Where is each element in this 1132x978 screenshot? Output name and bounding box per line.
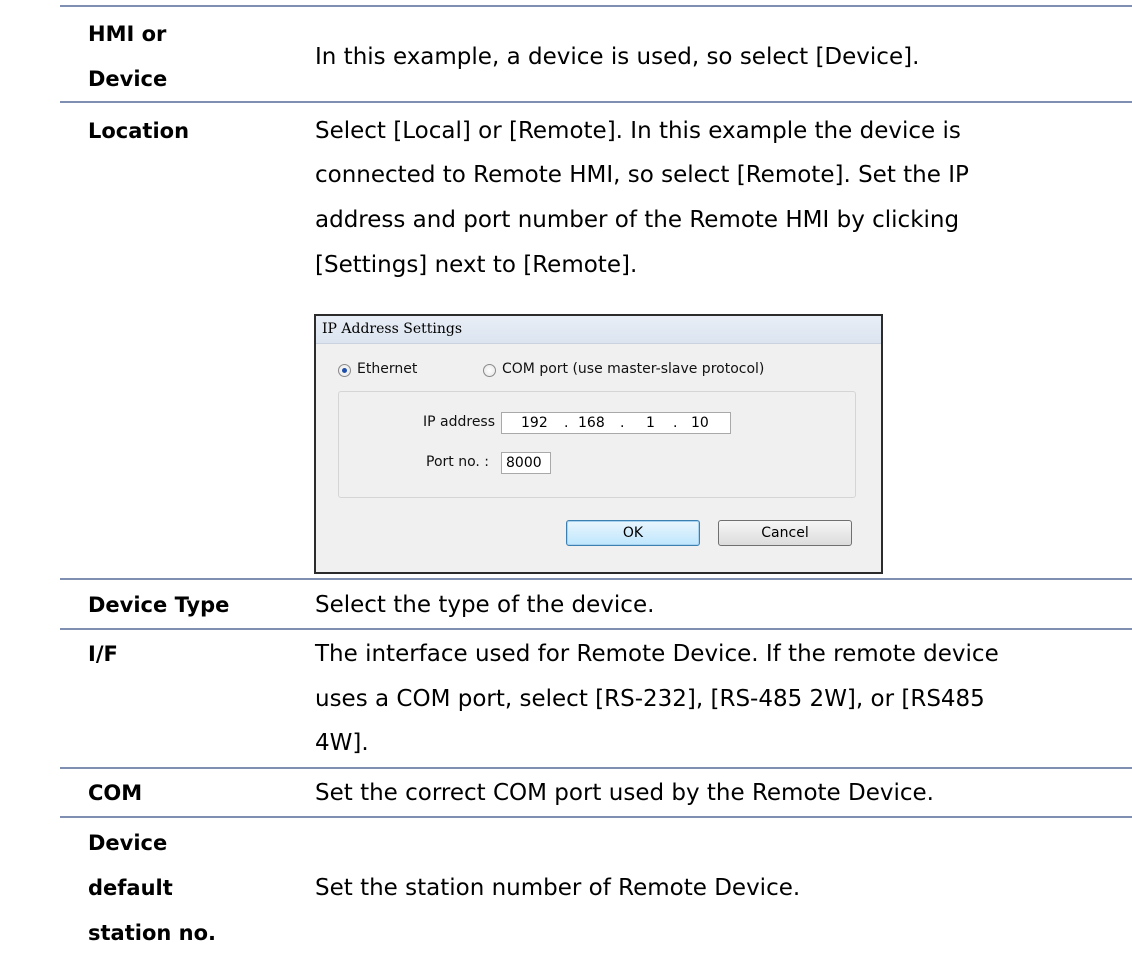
com-port-radio-label: COM port (use master-slave protocol): [502, 361, 765, 377]
term-label: station no.: [88, 921, 216, 945]
term-label: Location: [88, 119, 190, 143]
term-label: I/F: [88, 642, 118, 666]
ip-dot: .: [620, 415, 625, 431]
ip-octet-3: 1: [646, 415, 655, 431]
term-label: HMI or: [88, 22, 167, 46]
term-label: default: [88, 876, 173, 900]
row-divider: [60, 767, 1132, 769]
port-number-label: Port no. :: [426, 454, 490, 470]
description-text: address and port number of the Remote HM…: [315, 207, 960, 233]
ip-address-field[interactable]: 192 . 168 . 1 . 10: [501, 412, 731, 434]
ethernet-radio[interactable]: [338, 364, 351, 377]
ok-button[interactable]: OK: [566, 520, 700, 546]
com-port-radio[interactable]: [483, 364, 496, 377]
term-label: Device Type: [88, 593, 230, 617]
ip-octet-4: 10: [691, 415, 709, 431]
dialog-title: IP Address Settings: [322, 321, 462, 337]
ip-octet-1: 192: [521, 415, 548, 431]
term-label: COM: [88, 781, 143, 805]
description-text: Set the station number of Remote Device.: [315, 875, 801, 901]
cancel-button[interactable]: Cancel: [718, 520, 852, 546]
description-text: Select [Local] or [Remote]. In this exam…: [315, 118, 961, 144]
description-text: The interface used for Remote Device. If…: [315, 641, 999, 667]
ethernet-radio-label: Ethernet: [357, 361, 418, 377]
description-text: Set the correct COM port used by the Rem…: [315, 780, 934, 806]
term-label: Device: [88, 831, 168, 855]
description-text: [Settings] next to [Remote].: [315, 252, 638, 278]
description-text: 4W].: [315, 730, 369, 756]
ip-dot: .: [564, 415, 569, 431]
dialog-title-bar: IP Address Settings: [316, 316, 881, 344]
row-divider: [60, 816, 1132, 818]
row-divider: [60, 578, 1132, 580]
address-group-box: IP address : 192 . 168 . 1 . 10 Port no.…: [338, 391, 856, 498]
port-number-field[interactable]: 8000: [501, 452, 551, 474]
ip-address-label: IP address :: [423, 414, 505, 430]
description-text: In this example, a device is used, so se…: [315, 44, 920, 70]
description-text: connected to Remote HMI, so select [Remo…: [315, 162, 969, 188]
table-top-rule: [60, 5, 1132, 7]
description-text: uses a COM port, select [RS-232], [RS-48…: [315, 686, 985, 712]
port-number-value: 8000: [506, 455, 542, 471]
row-divider: [60, 628, 1132, 630]
description-text: Select the type of the device.: [315, 592, 655, 618]
ip-address-settings-dialog: IP Address Settings Ethernet COM port (u…: [314, 314, 883, 574]
row-divider: [60, 101, 1132, 103]
term-label: Device: [88, 67, 168, 91]
ip-octet-2: 168: [578, 415, 605, 431]
ip-dot: .: [673, 415, 678, 431]
